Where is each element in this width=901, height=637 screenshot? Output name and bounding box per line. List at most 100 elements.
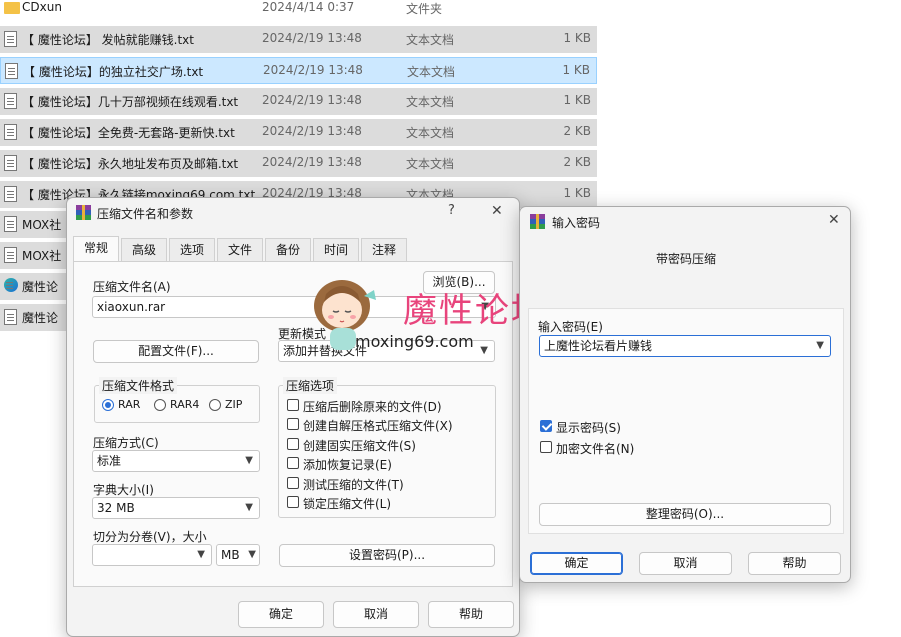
- file-name: 【 魔性论坛】永久地址发布页及邮箱.txt: [22, 157, 239, 171]
- options-group-title: 压缩选项: [283, 377, 338, 394]
- tab-general[interactable]: 常规: [73, 236, 119, 262]
- tab-options[interactable]: 选项: [169, 238, 215, 262]
- file-row[interactable]: 【 魔性论坛】几十万部视频在线观看.txt 2024/2/19 13:48 文本文档…: [0, 88, 597, 115]
- file-name: 【 魔性论坛】全免费-无套路-更新快.txt: [22, 126, 235, 140]
- profiles-button[interactable]: 配置文件(F)...: [93, 340, 259, 363]
- password-dialog: 输入密码 ✕ 带密码压缩 输入密码(E) 上魔性论坛看片赚钱 ▼ 显示密码(S)…: [519, 206, 851, 583]
- help-icon[interactable]: ?: [448, 203, 455, 218]
- chevron-down-icon[interactable]: ▼: [816, 336, 824, 356]
- dict-value: 32 MB: [97, 501, 135, 515]
- password-input[interactable]: 上魔性论坛看片赚钱 ▼: [539, 335, 831, 357]
- password-value: 上魔性论坛看片赚钱: [544, 339, 653, 353]
- option-label: 压缩后删除原来的文件(D): [303, 400, 442, 414]
- tab-files[interactable]: 文件: [217, 238, 263, 262]
- dict-select[interactable]: 32 MB ▼: [92, 497, 260, 519]
- option-label: 测试压缩的文件(T): [303, 477, 404, 492]
- chevron-down-icon[interactable]: ▼: [248, 545, 256, 565]
- file-icon: [4, 309, 17, 325]
- radio-rar[interactable]: [102, 399, 114, 411]
- show-password-checkbox[interactable]: [540, 420, 552, 432]
- encrypt-names-checkbox[interactable]: [540, 441, 552, 453]
- archive-cancel-button[interactable]: 取消: [333, 601, 419, 628]
- option-label: 添加恢复记录(E): [303, 458, 392, 473]
- text-file-icon: [4, 124, 17, 140]
- radio-zip-label: ZIP: [225, 398, 243, 411]
- file-size: 1 KB: [563, 93, 591, 107]
- organize-passwords-button[interactable]: 整理密码(O)...: [539, 503, 831, 526]
- file-date: 2024/4/14 0:37: [262, 0, 355, 14]
- set-password-button[interactable]: 设置密码(P)...: [279, 544, 495, 567]
- file-type: 文本文档: [407, 65, 456, 79]
- archive-dialog-titlebar[interactable]: 压缩文件名和参数 ? ✕: [67, 198, 519, 228]
- file-date: 2024/2/19 13:48: [262, 31, 362, 45]
- split-label: 切分为分卷(V)，大小: [93, 530, 207, 544]
- tab-comment[interactable]: 注释: [361, 238, 407, 262]
- password-ok-button[interactable]: 确定: [530, 552, 623, 575]
- option-checkbox[interactable]: [287, 418, 299, 431]
- file-icon: [4, 216, 17, 232]
- file-size: 1 KB: [562, 63, 590, 77]
- chevron-down-icon[interactable]: ▼: [480, 341, 488, 361]
- password-dialog-titlebar[interactable]: 输入密码 ✕: [520, 207, 850, 237]
- text-file-icon: [4, 186, 17, 202]
- file-row[interactable]: 【 魔性论坛】全免费-无套路-更新快.txt 2024/2/19 13:48 文本文…: [0, 119, 597, 146]
- option-label: 创建自解压格式压缩文件(X): [303, 419, 453, 434]
- file-size: 1 KB: [563, 186, 591, 200]
- option-checkbox[interactable]: [287, 399, 299, 411]
- file-name: 魔性论: [22, 280, 59, 294]
- encrypt-names-label: 加密文件名(N): [556, 442, 635, 456]
- password-cancel-button[interactable]: 取消: [639, 552, 732, 575]
- file-row[interactable]: 【 魔性论坛】永久地址发布页及邮箱.txt 2024/2/19 13:48 文本文档…: [0, 150, 597, 177]
- file-size: 2 KB: [563, 155, 591, 169]
- folder-icon: [4, 2, 20, 14]
- password-help-button[interactable]: 帮助: [748, 552, 841, 575]
- option-checkbox[interactable]: [287, 496, 299, 508]
- option-label: 创建固实压缩文件(S): [303, 438, 416, 453]
- method-value: 标准: [97, 454, 122, 468]
- chevron-down-icon[interactable]: ▼: [245, 451, 253, 471]
- archive-help-button[interactable]: 帮助: [428, 601, 514, 628]
- winrar-icon: [76, 205, 91, 220]
- file-type: 文本文档: [406, 126, 455, 140]
- text-file-icon: [4, 93, 17, 109]
- tab-backup[interactable]: 备份: [265, 238, 311, 262]
- close-icon[interactable]: ✕: [828, 212, 840, 228]
- file-date: 2024/2/19 13:48: [263, 63, 363, 77]
- tab-time[interactable]: 时间: [313, 238, 359, 262]
- option-checkbox[interactable]: [287, 476, 299, 489]
- radio-rar-label: RAR: [118, 398, 141, 411]
- split-size-input[interactable]: ▼: [92, 544, 212, 566]
- archive-tabs: 常规 高级 选项 文件 备份 时间 注释: [73, 236, 513, 262]
- file-size: 1 KB: [563, 31, 591, 45]
- tab-advanced[interactable]: 高级: [121, 238, 167, 262]
- option-checkbox[interactable]: [287, 437, 299, 450]
- split-unit-value: MB: [221, 548, 240, 562]
- password-dialog-heading: 带密码压缩: [656, 252, 717, 266]
- radio-zip[interactable]: [209, 399, 221, 411]
- file-date: 2024/2/19 13:48: [262, 124, 362, 138]
- file-row[interactable]: CDxun 2024/4/14 0:37 文件夹: [0, 0, 597, 22]
- method-select[interactable]: 标准 ▼: [92, 450, 260, 472]
- chevron-down-icon[interactable]: ▼: [245, 498, 253, 518]
- close-icon[interactable]: ✕: [491, 203, 503, 219]
- chevron-down-icon[interactable]: ▼: [197, 545, 205, 565]
- file-name: 【 魔性论坛】的独立社交广场.txt: [23, 65, 204, 79]
- password-dialog-title: 输入密码: [552, 216, 601, 230]
- text-file-icon: [5, 63, 18, 79]
- show-password-label: 显示密码(S): [556, 421, 621, 435]
- file-type: 文件夹: [406, 2, 443, 16]
- option-checkbox[interactable]: [287, 457, 299, 470]
- file-size: 2 KB: [563, 124, 591, 138]
- file-name: MOX社: [22, 218, 62, 232]
- split-unit-select[interactable]: MB ▼: [216, 544, 260, 566]
- file-row[interactable]: 【 魔性论坛】的独立社交广场.txt 2024/2/19 13:48 文本文档 1 K…: [0, 57, 597, 84]
- file-type: 文本文档: [406, 33, 455, 47]
- radio-rar4[interactable]: [154, 399, 166, 411]
- file-date: 2024/2/19 13:48: [262, 155, 362, 169]
- text-file-icon: [4, 155, 17, 171]
- file-row[interactable]: 【 魔性论坛】 发帖就能赚钱.txt 2024/2/19 13:48 文本文档 1 K…: [0, 26, 597, 53]
- archive-ok-button[interactable]: 确定: [238, 601, 324, 628]
- file-date: 2024/2/19 13:48: [262, 93, 362, 107]
- winrar-icon: [530, 214, 545, 229]
- file-type: 文本文档: [406, 157, 455, 171]
